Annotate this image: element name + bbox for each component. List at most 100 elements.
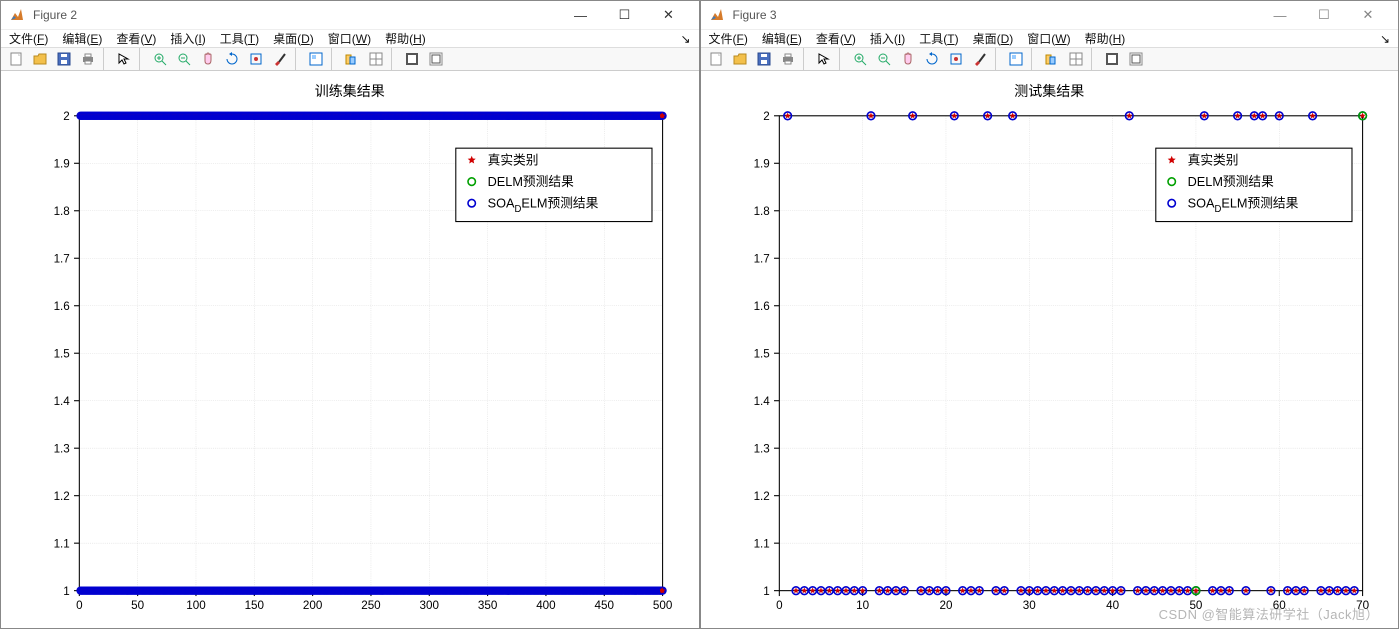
svg-text:200: 200 <box>303 599 323 612</box>
svg-text:500: 500 <box>653 599 673 612</box>
svg-text:250: 250 <box>361 599 381 612</box>
menubar: 文件(F) 编辑(E) 查看(V) 插入(I) 工具(T) 桌面(D) 窗口(W) 帮助(H)… <box>1 30 699 48</box>
window-title: Figure 3 <box>733 8 1259 22</box>
new-icon[interactable] <box>5 48 27 70</box>
menu-item-4[interactable]: 工具(T) <box>919 30 958 47</box>
svg-text:300: 300 <box>420 599 440 612</box>
link-icon[interactable] <box>401 48 423 70</box>
layout-icon[interactable] <box>365 48 387 70</box>
menu-overflow-icon[interactable]: ↘ <box>680 32 690 46</box>
arrow-icon[interactable] <box>813 48 835 70</box>
svg-text:1.8: 1.8 <box>753 205 770 218</box>
menu-item-7[interactable]: 帮助(H) <box>1085 30 1126 47</box>
titlebar: Figure 2 — ☐ ✕ <box>1 1 699 30</box>
svg-text:2: 2 <box>63 110 69 123</box>
new-icon[interactable] <box>705 48 727 70</box>
play-icon[interactable] <box>1125 48 1147 70</box>
svg-text:50: 50 <box>131 599 144 612</box>
zoomout-icon[interactable] <box>873 48 895 70</box>
menu-item-5[interactable]: 桌面(D) <box>973 30 1014 47</box>
open-icon[interactable] <box>729 48 751 70</box>
menu-item-0[interactable]: 文件(F) <box>9 30 48 47</box>
svg-text:150: 150 <box>245 599 265 612</box>
save-icon[interactable] <box>53 48 75 70</box>
chart-svg[interactable]: 05010015020025030035040045050011.11.21.3… <box>21 105 679 623</box>
svg-text:1: 1 <box>763 585 769 598</box>
legend: 真实类别DELM预测结果SOADELM预测结果 <box>456 148 652 221</box>
layout-icon[interactable] <box>1065 48 1087 70</box>
menu-item-3[interactable]: 插入(I) <box>170 30 205 47</box>
menu-overflow-icon[interactable]: ↘ <box>1380 32 1390 46</box>
zoomout-icon[interactable] <box>173 48 195 70</box>
svg-text:400: 400 <box>536 599 556 612</box>
copy-icon[interactable] <box>1041 48 1063 70</box>
legend: 真实类别DELM预测结果SOADELM预测结果 <box>1155 148 1351 221</box>
svg-text:10: 10 <box>856 599 869 612</box>
zoomin-icon[interactable] <box>849 48 871 70</box>
menu-item-1[interactable]: 编辑(E) <box>762 30 802 47</box>
insert-icon[interactable] <box>305 48 327 70</box>
menu-item-2[interactable]: 查看(V) <box>116 30 156 47</box>
svg-text:1.4: 1.4 <box>753 395 770 408</box>
menu-item-4[interactable]: 工具(T) <box>220 30 259 47</box>
maximize-button[interactable]: ☐ <box>603 1 647 29</box>
chart-title: 测试集结果 <box>721 81 1379 101</box>
svg-text:真实类别: 真实类别 <box>488 152 539 167</box>
chart-title: 训练集结果 <box>21 81 679 101</box>
toolbar <box>1 48 699 71</box>
svg-text:1.8: 1.8 <box>54 205 71 218</box>
svg-text:1.9: 1.9 <box>753 158 769 171</box>
brush-icon[interactable] <box>969 48 991 70</box>
menu-item-6[interactable]: 窗口(W) <box>1027 30 1070 47</box>
zoomin-icon[interactable] <box>149 48 171 70</box>
minimize-button[interactable]: — <box>559 1 603 29</box>
rotate-icon[interactable] <box>921 48 943 70</box>
toolbar-sep <box>331 48 337 70</box>
toolbar-sep <box>391 48 397 70</box>
figure-window-2: Figure 3 — ☐ ✕ 文件(F) 编辑(E) 查看(V) 插入(I) 工具(T)… <box>700 0 1399 629</box>
svg-text:1.4: 1.4 <box>54 395 71 408</box>
cursor-icon[interactable] <box>245 48 267 70</box>
copy-icon[interactable] <box>341 48 363 70</box>
hand-icon[interactable] <box>197 48 219 70</box>
link-icon[interactable] <box>1101 48 1123 70</box>
svg-text:20: 20 <box>939 599 952 612</box>
menu-item-7[interactable]: 帮助(H) <box>385 30 426 47</box>
menu-item-0[interactable]: 文件(F) <box>709 30 748 47</box>
menu-item-6[interactable]: 窗口(W) <box>328 30 371 47</box>
toolbar-sep <box>995 48 1001 70</box>
brush-icon[interactable] <box>269 48 291 70</box>
hand-icon[interactable] <box>897 48 919 70</box>
menubar: 文件(F) 编辑(E) 查看(V) 插入(I) 工具(T) 桌面(D) 窗口(W) 帮助(H)… <box>701 30 1399 48</box>
titlebar: Figure 3 — ☐ ✕ <box>701 1 1399 30</box>
close-button[interactable]: ✕ <box>647 1 691 29</box>
close-button[interactable]: ✕ <box>1346 1 1390 29</box>
svg-text:1.3: 1.3 <box>54 442 71 455</box>
svg-text:1.2: 1.2 <box>54 490 70 503</box>
cursor-icon[interactable] <box>945 48 967 70</box>
svg-text:1.3: 1.3 <box>753 442 770 455</box>
arrow-icon[interactable] <box>113 48 135 70</box>
maximize-button[interactable]: ☐ <box>1302 1 1346 29</box>
rotate-icon[interactable] <box>221 48 243 70</box>
svg-text:2: 2 <box>763 110 769 123</box>
window-title: Figure 2 <box>33 8 559 22</box>
minimize-button[interactable]: — <box>1258 1 1302 29</box>
menu-item-2[interactable]: 查看(V) <box>816 30 856 47</box>
menu-item-1[interactable]: 编辑(E) <box>62 30 102 47</box>
save-icon[interactable] <box>753 48 775 70</box>
svg-text:真实类别: 真实类别 <box>1187 152 1238 167</box>
svg-text:1.5: 1.5 <box>753 347 770 360</box>
chart-svg[interactable]: 01020304050607011.11.21.31.41.51.61.71.8… <box>721 105 1379 623</box>
svg-text:0: 0 <box>76 599 83 612</box>
menu-item-3[interactable]: 插入(I) <box>870 30 905 47</box>
menu-item-5[interactable]: 桌面(D) <box>273 30 314 47</box>
app-container: Figure 2 — ☐ ✕ 文件(F) 编辑(E) 查看(V) 插入(I) 工具(T)… <box>0 0 1399 629</box>
open-icon[interactable] <box>29 48 51 70</box>
print-icon[interactable] <box>777 48 799 70</box>
insert-icon[interactable] <box>1005 48 1027 70</box>
play-icon[interactable] <box>425 48 447 70</box>
svg-text:1: 1 <box>63 585 69 598</box>
toolbar-sep <box>839 48 845 70</box>
print-icon[interactable] <box>77 48 99 70</box>
